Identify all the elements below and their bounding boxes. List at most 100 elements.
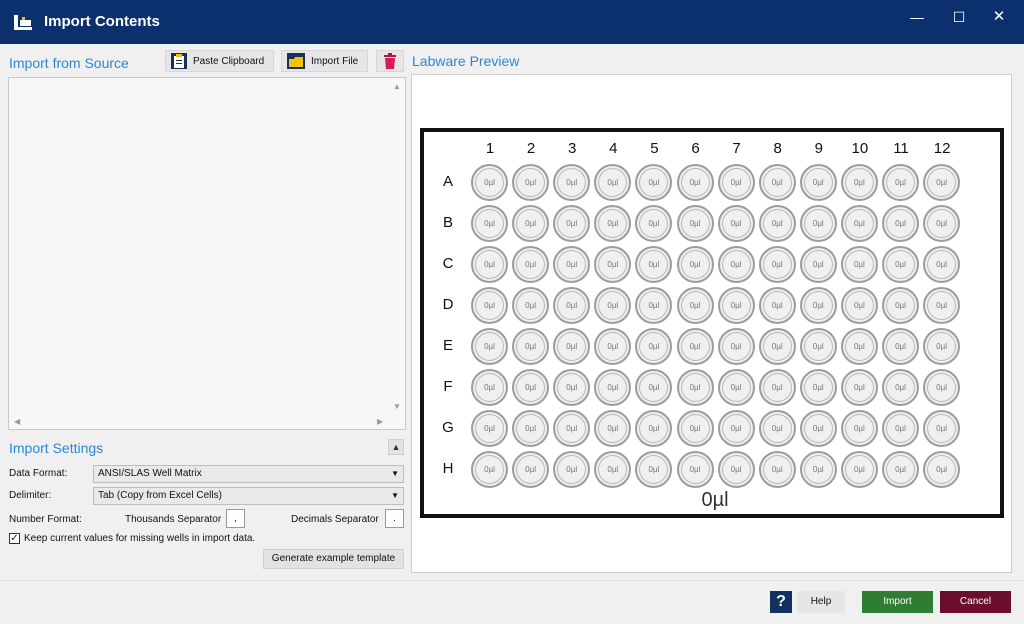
- help-icon[interactable]: ?: [770, 591, 792, 613]
- well-D3[interactable]: 0µl: [553, 287, 591, 324]
- well-D8[interactable]: 0µl: [758, 287, 796, 324]
- scroll-up-arrow[interactable]: ▲: [393, 82, 401, 91]
- well-C1[interactable]: 0µl: [471, 246, 508, 283]
- well-E7[interactable]: 0µl: [717, 328, 755, 365]
- well-H3[interactable]: 0µl: [553, 451, 591, 488]
- well-A8[interactable]: 0µl: [758, 164, 796, 201]
- well-F11[interactable]: 0µl: [882, 369, 919, 406]
- well-A9[interactable]: 0µl: [799, 164, 837, 201]
- data-format-select[interactable]: ANSI/SLAS Well Matrix ▼: [93, 465, 404, 483]
- well-F7[interactable]: 0µl: [717, 369, 755, 406]
- well-A6[interactable]: 0µl: [676, 164, 714, 201]
- paste-clipboard-button[interactable]: Paste Clipboard: [165, 50, 274, 72]
- scroll-right-arrow[interactable]: ▶: [377, 417, 383, 426]
- well-C12[interactable]: 0µl: [923, 246, 961, 283]
- well-H8[interactable]: 0µl: [758, 451, 796, 488]
- generate-template-button[interactable]: Generate example template: [263, 549, 404, 569]
- well-H9[interactable]: 0µl: [799, 451, 837, 488]
- well-F10[interactable]: 0µl: [840, 369, 878, 406]
- well-A11[interactable]: 0µl: [882, 164, 919, 201]
- well-D2[interactable]: 0µl: [512, 287, 550, 324]
- well-F6[interactable]: 0µl: [676, 369, 714, 406]
- well-G9[interactable]: 0µl: [799, 410, 837, 447]
- well-A1[interactable]: 0µl: [471, 164, 508, 201]
- well-A12[interactable]: 0µl: [923, 164, 961, 201]
- well-B11[interactable]: 0µl: [882, 205, 919, 242]
- well-D1[interactable]: 0µl: [471, 287, 508, 324]
- well-D11[interactable]: 0µl: [882, 287, 919, 324]
- well-B8[interactable]: 0µl: [758, 205, 796, 242]
- decimals-separator-input[interactable]: .: [385, 509, 404, 528]
- well-C7[interactable]: 0µl: [717, 246, 755, 283]
- well-E10[interactable]: 0µl: [840, 328, 878, 365]
- well-H10[interactable]: 0µl: [840, 451, 878, 488]
- import-button[interactable]: Import: [862, 591, 933, 613]
- well-G10[interactable]: 0µl: [840, 410, 878, 447]
- well-B7[interactable]: 0µl: [717, 205, 755, 242]
- well-E12[interactable]: 0µl: [923, 328, 961, 365]
- well-B6[interactable]: 0µl: [676, 205, 714, 242]
- well-E11[interactable]: 0µl: [882, 328, 919, 365]
- well-G12[interactable]: 0µl: [923, 410, 961, 447]
- well-D12[interactable]: 0µl: [923, 287, 961, 324]
- well-G7[interactable]: 0µl: [717, 410, 755, 447]
- well-G6[interactable]: 0µl: [676, 410, 714, 447]
- well-F3[interactable]: 0µl: [553, 369, 591, 406]
- well-G1[interactable]: 0µl: [471, 410, 508, 447]
- source-text-area[interactable]: ▲ ▼ ◀ ▶: [8, 77, 406, 430]
- clear-button[interactable]: [376, 50, 404, 72]
- well-F2[interactable]: 0µl: [512, 369, 550, 406]
- well-F1[interactable]: 0µl: [471, 369, 508, 406]
- well-D9[interactable]: 0µl: [799, 287, 837, 324]
- well-H12[interactable]: 0µl: [923, 451, 961, 488]
- well-H11[interactable]: 0µl: [882, 451, 919, 488]
- help-button[interactable]: Help: [797, 591, 845, 613]
- well-G11[interactable]: 0µl: [882, 410, 919, 447]
- well-B2[interactable]: 0µl: [512, 205, 550, 242]
- well-E3[interactable]: 0µl: [553, 328, 591, 365]
- well-E8[interactable]: 0µl: [758, 328, 796, 365]
- well-C3[interactable]: 0µl: [553, 246, 591, 283]
- well-E1[interactable]: 0µl: [471, 328, 508, 365]
- well-G3[interactable]: 0µl: [553, 410, 591, 447]
- well-B12[interactable]: 0µl: [923, 205, 961, 242]
- well-G2[interactable]: 0µl: [512, 410, 550, 447]
- well-D7[interactable]: 0µl: [717, 287, 755, 324]
- well-D6[interactable]: 0µl: [676, 287, 714, 324]
- well-H2[interactable]: 0µl: [512, 451, 550, 488]
- well-H7[interactable]: 0µl: [717, 451, 755, 488]
- thousands-separator-input[interactable]: ,: [226, 509, 245, 528]
- keep-values-checkbox[interactable]: ✓: [9, 533, 20, 544]
- well-E9[interactable]: 0µl: [799, 328, 837, 365]
- well-E2[interactable]: 0µl: [512, 328, 550, 365]
- well-F9[interactable]: 0µl: [799, 369, 837, 406]
- well-C6[interactable]: 0µl: [676, 246, 714, 283]
- well-B1[interactable]: 0µl: [471, 205, 508, 242]
- well-D10[interactable]: 0µl: [840, 287, 878, 324]
- scroll-left-arrow[interactable]: ◀: [14, 417, 20, 426]
- well-C8[interactable]: 0µl: [758, 246, 796, 283]
- well-G8[interactable]: 0µl: [758, 410, 796, 447]
- minimize-button[interactable]: —: [902, 6, 932, 28]
- well-B10[interactable]: 0µl: [840, 205, 878, 242]
- well-C11[interactable]: 0µl: [882, 246, 919, 283]
- well-H1[interactable]: 0µl: [471, 451, 508, 488]
- well-E6[interactable]: 0µl: [676, 328, 714, 365]
- well-F12[interactable]: 0µl: [923, 369, 961, 406]
- delimiter-select[interactable]: Tab (Copy from Excel Cells) ▼: [93, 487, 404, 505]
- collapse-settings-button[interactable]: ▲: [388, 439, 404, 455]
- well-H6[interactable]: 0µl: [676, 451, 714, 488]
- maximize-button[interactable]: ☐: [944, 6, 974, 28]
- cancel-button[interactable]: Cancel: [940, 591, 1011, 613]
- well-A10[interactable]: 0µl: [840, 164, 878, 201]
- well-A7[interactable]: 0µl: [717, 164, 755, 201]
- well-C2[interactable]: 0µl: [512, 246, 550, 283]
- well-B9[interactable]: 0µl: [799, 205, 837, 242]
- well-F8[interactable]: 0µl: [758, 369, 796, 406]
- well-C10[interactable]: 0µl: [840, 246, 878, 283]
- well-A3[interactable]: 0µl: [553, 164, 591, 201]
- import-file-button[interactable]: Import File: [281, 50, 368, 72]
- well-A2[interactable]: 0µl: [512, 164, 550, 201]
- well-B3[interactable]: 0µl: [553, 205, 591, 242]
- close-button[interactable]: ✕: [984, 6, 1014, 28]
